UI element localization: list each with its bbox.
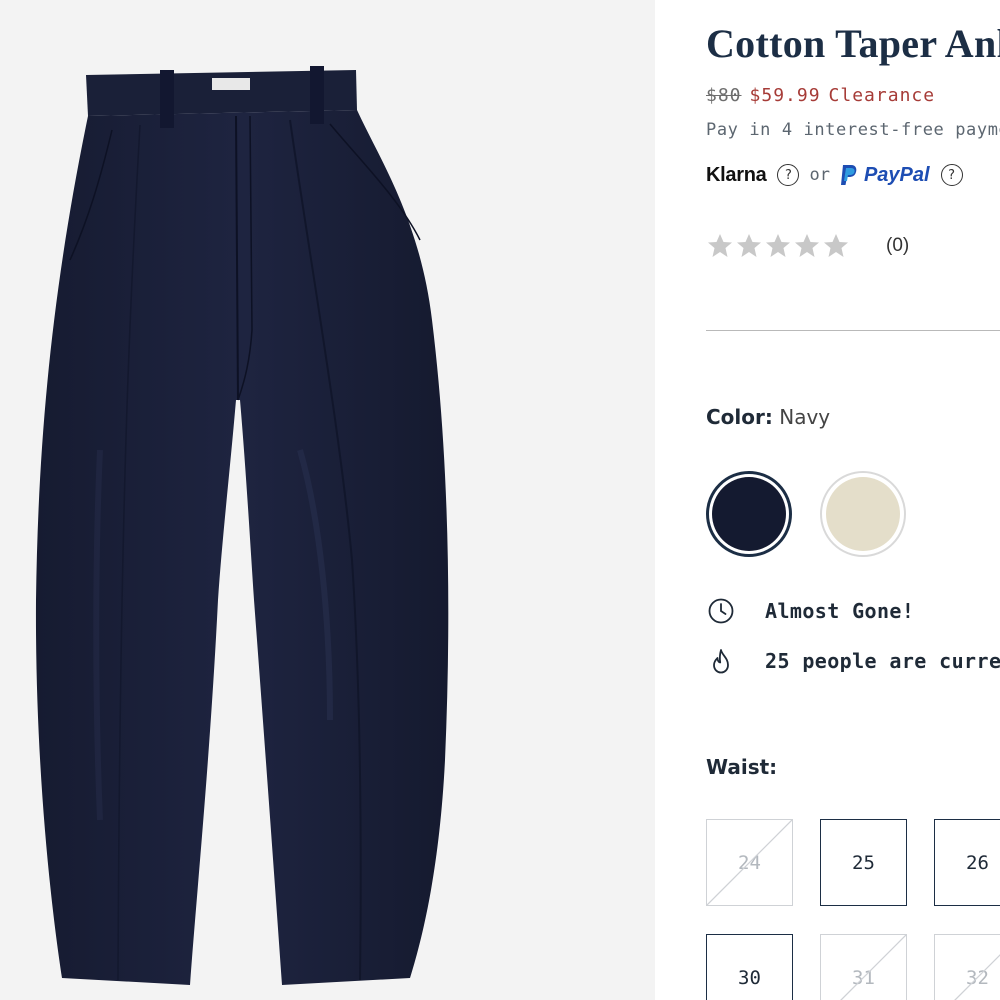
waist-size-label: 26 xyxy=(966,851,989,874)
paypal-logo[interactable]: PayPal xyxy=(840,164,930,187)
navy-fabric-swatch xyxy=(712,477,786,551)
low-stock-text: Almost Gone! xyxy=(765,599,915,623)
waist-label: Waist: xyxy=(706,755,778,779)
klarna-logo[interactable]: Klarna xyxy=(706,164,767,187)
waist-size-label: 25 xyxy=(852,851,875,874)
waist-size-option[interactable]: 32 xyxy=(934,934,1000,1000)
sale-price: $59.99 xyxy=(749,85,821,106)
review-count[interactable]: (0) xyxy=(886,235,909,257)
klarna-help-icon[interactable]: ? xyxy=(777,164,800,186)
original-price: $80 xyxy=(706,85,742,106)
color-swatch-navy[interactable] xyxy=(706,471,792,557)
clearance-badge: Clearance xyxy=(828,85,936,106)
waist-size-label: 24 xyxy=(738,851,761,874)
waist-size-option[interactable]: 31 xyxy=(820,934,907,1000)
product-title: Cotton Taper Ankle Pant xyxy=(706,21,1000,66)
waist-size-label: 32 xyxy=(966,966,989,989)
waist-size-option[interactable]: 30 xyxy=(706,934,793,1000)
waist-size-option[interactable]: 25 xyxy=(820,819,907,906)
popularity-alert: 25 people are currently viewing xyxy=(706,646,1000,676)
color-swatch-khaki[interactable] xyxy=(820,471,906,557)
flame-icon xyxy=(706,646,736,676)
color-label-text: Color: xyxy=(706,405,773,429)
waist-size-label: 31 xyxy=(852,966,875,989)
viewers-text: 25 people are currently viewing xyxy=(765,649,1000,673)
star-icon xyxy=(824,234,848,257)
product-info-panel: Cotton Taper Ankle Pant $80 $59.99 Clearan… xyxy=(706,0,1000,1000)
paypal-wordmark: PayPal xyxy=(863,163,930,186)
color-label: Color: Navy xyxy=(706,405,830,429)
price-row: $80 $59.99 Clearance xyxy=(706,85,935,106)
star-icon xyxy=(766,234,790,257)
rating-summary[interactable]: (0) xyxy=(706,232,909,260)
waist-size-option[interactable]: 24 xyxy=(706,819,793,906)
star-icon xyxy=(737,234,761,257)
or-separator: or xyxy=(809,165,830,185)
waist-size-option[interactable]: 26 xyxy=(934,819,1000,906)
installment-note: Pay in 4 interest-free payments xyxy=(706,120,1000,140)
selected-color-name: Navy xyxy=(779,405,831,429)
clock-icon xyxy=(706,596,736,626)
bnpl-options: Klarna ? or PayPal ? xyxy=(706,160,963,190)
star-icon xyxy=(795,234,819,257)
paypal-help-icon[interactable]: ? xyxy=(940,164,963,186)
paypal-p-icon xyxy=(840,165,857,185)
waist-size-label: 30 xyxy=(738,966,761,989)
star-rating xyxy=(706,232,851,260)
star-icon xyxy=(708,234,732,257)
product-image[interactable] xyxy=(0,0,655,1000)
pants-photo xyxy=(0,0,655,1000)
low-stock-alert: Almost Gone! xyxy=(706,596,914,626)
section-divider xyxy=(706,330,1000,331)
khaki-fabric-swatch xyxy=(826,477,900,551)
